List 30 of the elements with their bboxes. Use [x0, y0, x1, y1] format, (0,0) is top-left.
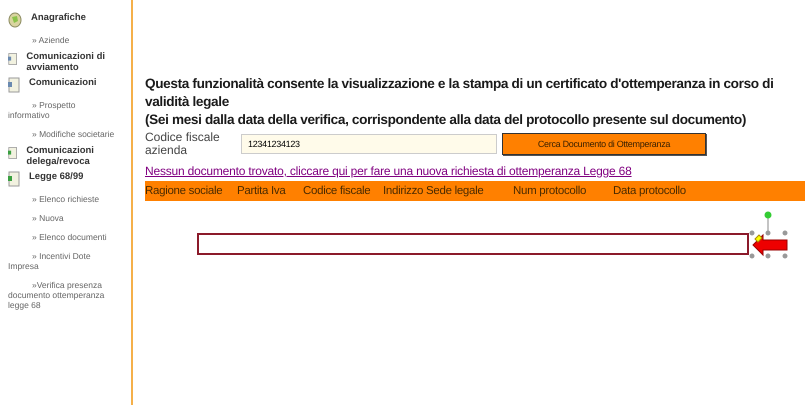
menu-link[interactable]: » Prospetto informativo	[8, 97, 118, 122]
column-header: Codice fiscale	[303, 185, 372, 197]
menu-section[interactable]: Anagrafiche	[31, 12, 86, 23]
tax-code-input[interactable]: 12341234123	[241, 134, 497, 154]
menu-link[interactable]: » Modifiche societarie	[8, 126, 118, 141]
menu-section[interactable]: Comunicazioni delega/revoca	[26, 145, 131, 167]
menu-link[interactable]: » Elenco richieste	[8, 191, 118, 206]
column-header: Num protocollo	[513, 185, 588, 197]
menu-link[interactable]: » Elenco documenti	[8, 229, 118, 244]
search-button[interactable]: Cerca Documento di Ottemperanza	[502, 133, 706, 155]
menu-link[interactable]: »Verifica presenza documento ottemperanza legge 68	[8, 277, 118, 312]
menu-section[interactable]: Comunicazioni	[29, 77, 97, 88]
menu-link[interactable]: » Incentivi Dote Impresa	[8, 248, 118, 273]
description-text: (Sei mesi dalla data della verifica, corrispondente alla data del protocollo presente sul documento)	[145, 111, 748, 129]
column-header: Indirizzo Sede legale	[383, 185, 484, 197]
new-request-link[interactable]: Nessun documento trovato, cliccare qui per fare una nuova richiesta di ottemperanza Legge 68	[145, 164, 805, 178]
column-header: Partita Iva	[237, 185, 287, 197]
document-icon	[8, 145, 18, 161]
document-icon	[8, 171, 20, 187]
description-text: Questa funzionalità consente la visualizzazione e la stampa di un certificato d'ottemperanza in corso di validità legale	[145, 75, 775, 111]
document-icon	[8, 51, 18, 67]
menu-link[interactable]: » Nuova	[8, 210, 118, 225]
column-header: Data protocollo	[613, 185, 687, 197]
column-header: Ragione sociale	[145, 185, 224, 197]
menu-section[interactable]: Comunicazioni di avviamento	[26, 51, 131, 73]
menu-link[interactable]: » Aziende	[8, 32, 118, 47]
globe-icon	[8, 12, 22, 28]
document-icon	[8, 77, 20, 93]
menu-section[interactable]: Legge 68/99	[29, 171, 84, 182]
field-label: Codice fiscale azienda	[145, 131, 221, 157]
